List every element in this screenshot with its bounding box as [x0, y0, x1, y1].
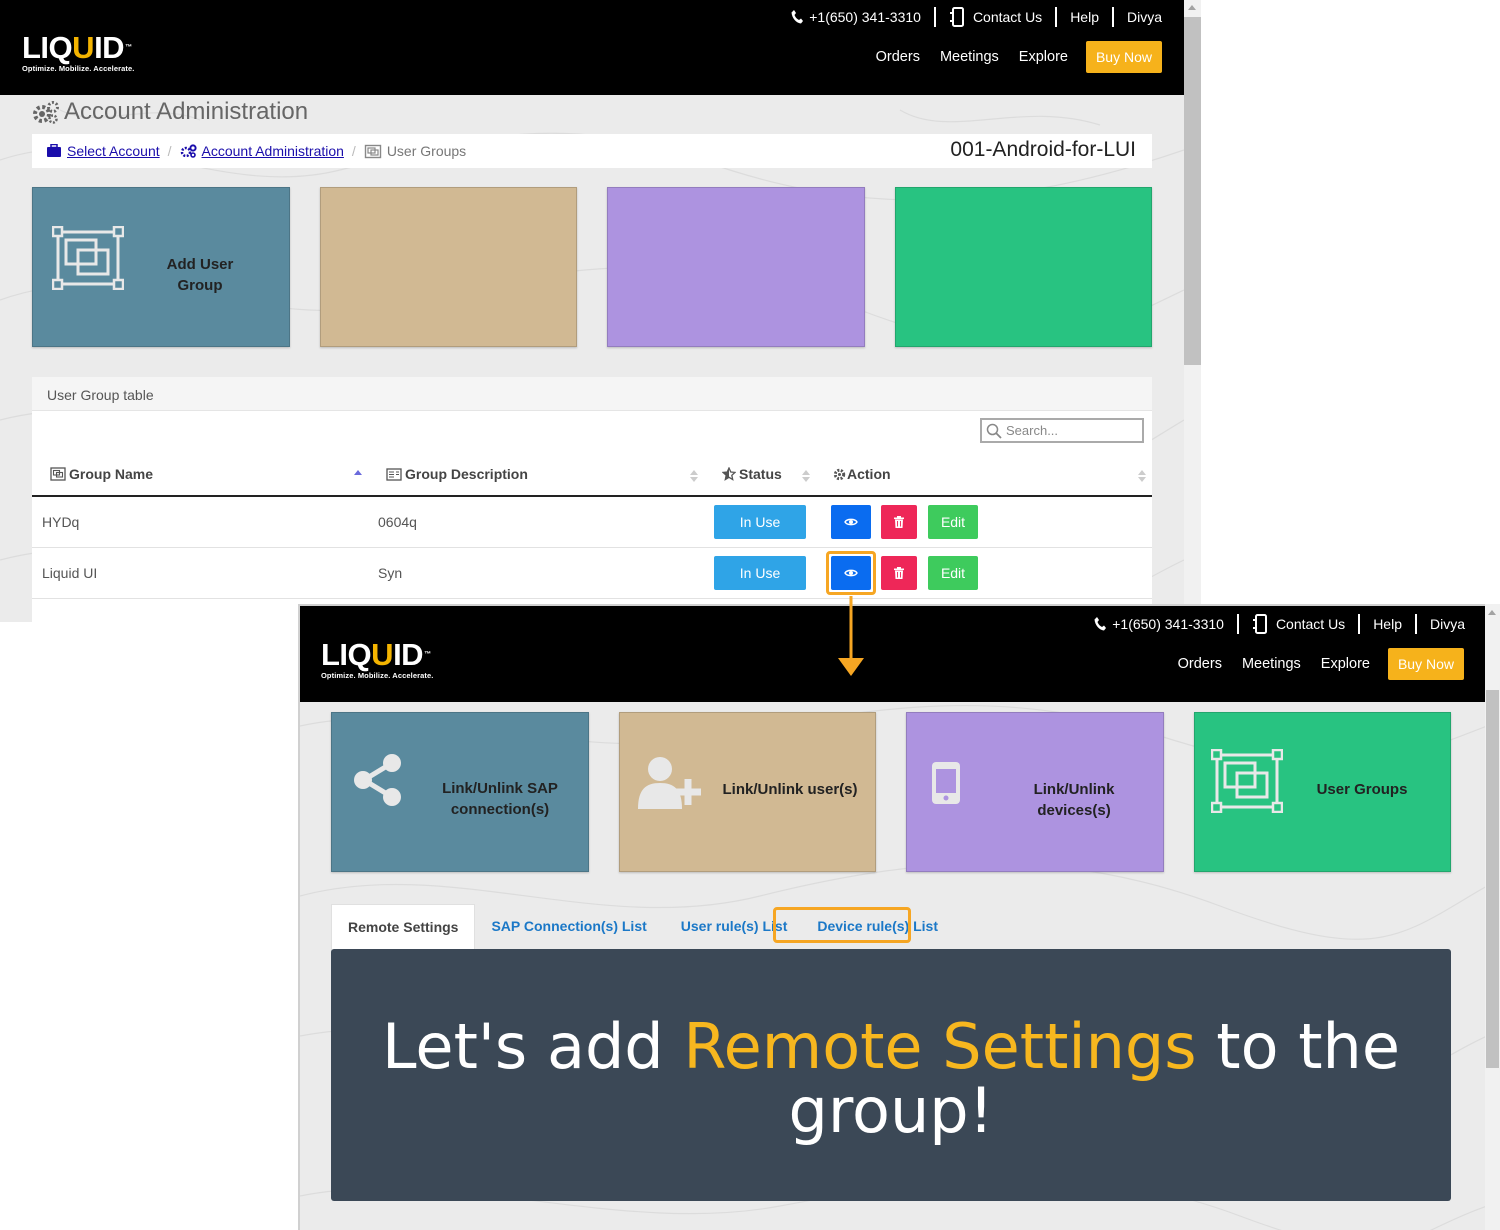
link-sap-connections-tile[interactable]: Link/Unlink SAP connection(s) — [331, 712, 589, 872]
page-title: Account Administration — [32, 98, 308, 126]
phone-icon — [791, 10, 804, 24]
breadcrumb-select-account[interactable]: Select Account — [67, 143, 160, 159]
link-users-label: Link/Unlink user(s) — [722, 781, 858, 798]
help-link[interactable]: Help — [1070, 9, 1099, 25]
nav-orders[interactable]: Orders — [1178, 656, 1222, 672]
card-icon — [386, 467, 402, 481]
cell-group-name: HYDq — [42, 514, 80, 530]
sort-both-icon[interactable] — [1138, 469, 1146, 483]
contact-phone-icon — [949, 7, 964, 27]
link-users-tile[interactable]: Link/Unlink user(s) — [619, 712, 876, 872]
eye-icon — [844, 518, 858, 526]
delete-button[interactable] — [881, 505, 917, 539]
help-link[interactable]: Help — [1373, 616, 1402, 632]
link-sap-label: Link/Unlink SAP connection(s) — [442, 780, 558, 818]
top-header: LIQUID™ Optimize. Mobilize. Accelerate. … — [0, 0, 1184, 95]
table-title: User Group table — [32, 377, 1152, 411]
tile-2[interactable] — [320, 187, 577, 347]
contact-phone-icon — [1252, 614, 1267, 634]
col-action[interactable]: Action — [833, 466, 891, 482]
add-user-group-tile[interactable]: Add User Group — [32, 187, 290, 347]
contact-us-link[interactable]: Contact Us — [973, 9, 1042, 25]
col-status[interactable]: Status — [722, 466, 782, 482]
briefcase-icon — [47, 144, 61, 157]
star-half-icon — [722, 467, 736, 481]
mobile-icon — [932, 762, 960, 804]
cell-group-description: 0604q — [378, 514, 417, 530]
breadcrumb-current: User Groups — [386, 143, 467, 159]
phone-number[interactable]: +1(650) 341-3310 — [809, 9, 921, 25]
top-contact-bar: +1(650) 341-3310 Contact Us Help Divya — [791, 7, 1162, 27]
nav-orders[interactable]: Orders — [876, 49, 920, 65]
liquid-logo[interactable]: LIQUID™ Optimize. Mobilize. Accelerate. — [22, 32, 134, 73]
delete-button[interactable] — [881, 556, 917, 590]
device-rules-tab-highlight — [773, 907, 911, 943]
trash-icon — [894, 516, 904, 528]
user-group-table-panel: User Group table Search... Group Name Gr… — [32, 377, 1152, 622]
sort-asc-icon[interactable] — [354, 469, 362, 483]
user-group-icon — [1211, 749, 1283, 813]
link-devices-label: Link/Unlink devices(s) — [1033, 781, 1115, 819]
add-user-group-label: Add User Group — [166, 256, 234, 294]
gear-icon — [833, 468, 846, 480]
sort-both-icon[interactable] — [690, 469, 698, 483]
user-plus-icon — [638, 757, 701, 809]
tile-4[interactable] — [895, 187, 1152, 347]
view-button[interactable] — [831, 505, 871, 539]
nav-meetings[interactable]: Meetings — [1242, 656, 1301, 672]
buy-now-button[interactable]: Buy Now — [1085, 41, 1162, 73]
tile-3[interactable] — [607, 187, 865, 347]
tab-sap-connections-list[interactable]: SAP Connection(s) List — [475, 904, 662, 950]
user-group-icon — [50, 467, 66, 481]
user-group-icon — [52, 226, 124, 290]
contact-us-link[interactable]: Contact Us — [1276, 616, 1345, 632]
search-input[interactable]: Search... — [980, 418, 1144, 443]
breadcrumb-account-administration[interactable]: Account Administration — [202, 143, 344, 159]
nav-explore[interactable]: Explore — [1019, 49, 1068, 65]
col-group-name[interactable]: Group Name — [50, 466, 153, 482]
user-name[interactable]: Divya — [1430, 616, 1465, 632]
status-in-use-button[interactable]: In Use — [714, 556, 806, 590]
share-icon — [354, 754, 401, 806]
buy-now-button[interactable]: Buy Now — [1387, 648, 1464, 680]
trash-icon — [894, 567, 904, 579]
link-devices-tile[interactable]: Link/Unlink devices(s) — [906, 712, 1164, 872]
top-contact-bar: +1(650) 341-3310 Contact Us Help Divya — [1094, 614, 1465, 634]
banner-text: Let's add Remote Settings to the group! — [381, 1010, 1401, 1147]
main-nav: Orders Meetings Explore Buy Now — [1158, 648, 1464, 680]
gears-icon — [33, 101, 59, 124]
gears-small-icon — [180, 144, 197, 158]
account-name: 001-Android-for-LUI — [950, 138, 1136, 161]
scrollbar[interactable] — [1184, 0, 1201, 622]
scrollbar[interactable] — [1485, 604, 1500, 1230]
breadcrumb: Select Account / Account Administration … — [32, 134, 1152, 168]
cell-group-description: Syn — [378, 565, 403, 581]
account-admin-screen: LIQUID™ Optimize. Mobilize. Accelerate. … — [0, 0, 1184, 622]
down-arrow-icon — [838, 596, 864, 676]
phone-number[interactable]: +1(650) 341-3310 — [1112, 616, 1224, 632]
phone-icon — [1094, 617, 1107, 631]
liquid-logo[interactable]: LIQUID™ Optimize. Mobilize. Accelerate. — [321, 639, 433, 680]
cell-group-name: Liquid UI — [42, 565, 98, 581]
view-button-highlight — [826, 551, 876, 595]
user-groups-tile[interactable]: User Groups — [1194, 712, 1451, 872]
user-name[interactable]: Divya — [1127, 9, 1162, 25]
user-groups-label: User Groups — [1316, 781, 1408, 798]
status-in-use-button[interactable]: In Use — [714, 505, 806, 539]
main-nav: Orders Meetings Explore Buy Now — [856, 41, 1162, 73]
nav-explore[interactable]: Explore — [1321, 656, 1370, 672]
table-row: HYDq 0604q In Use Edit — [32, 497, 1152, 548]
group-detail-screen: LIQUID™ Optimize. Mobilize. Accelerate. … — [298, 604, 1485, 1230]
table-row: Liquid UI Syn In Use Edit — [32, 548, 1152, 599]
nav-meetings[interactable]: Meetings — [940, 49, 999, 65]
search-icon — [986, 423, 1002, 439]
edit-button[interactable]: Edit — [928, 556, 978, 590]
col-group-description[interactable]: Group Description — [386, 466, 528, 482]
sort-both-icon[interactable] — [802, 469, 810, 483]
top-header: LIQUID™ Optimize. Mobilize. Accelerate. … — [300, 606, 1485, 702]
instruction-banner: Let's add Remote Settings to the group! — [331, 949, 1451, 1201]
tab-remote-settings[interactable]: Remote Settings — [331, 904, 476, 950]
edit-button[interactable]: Edit — [928, 505, 978, 539]
user-group-icon — [364, 144, 382, 158]
